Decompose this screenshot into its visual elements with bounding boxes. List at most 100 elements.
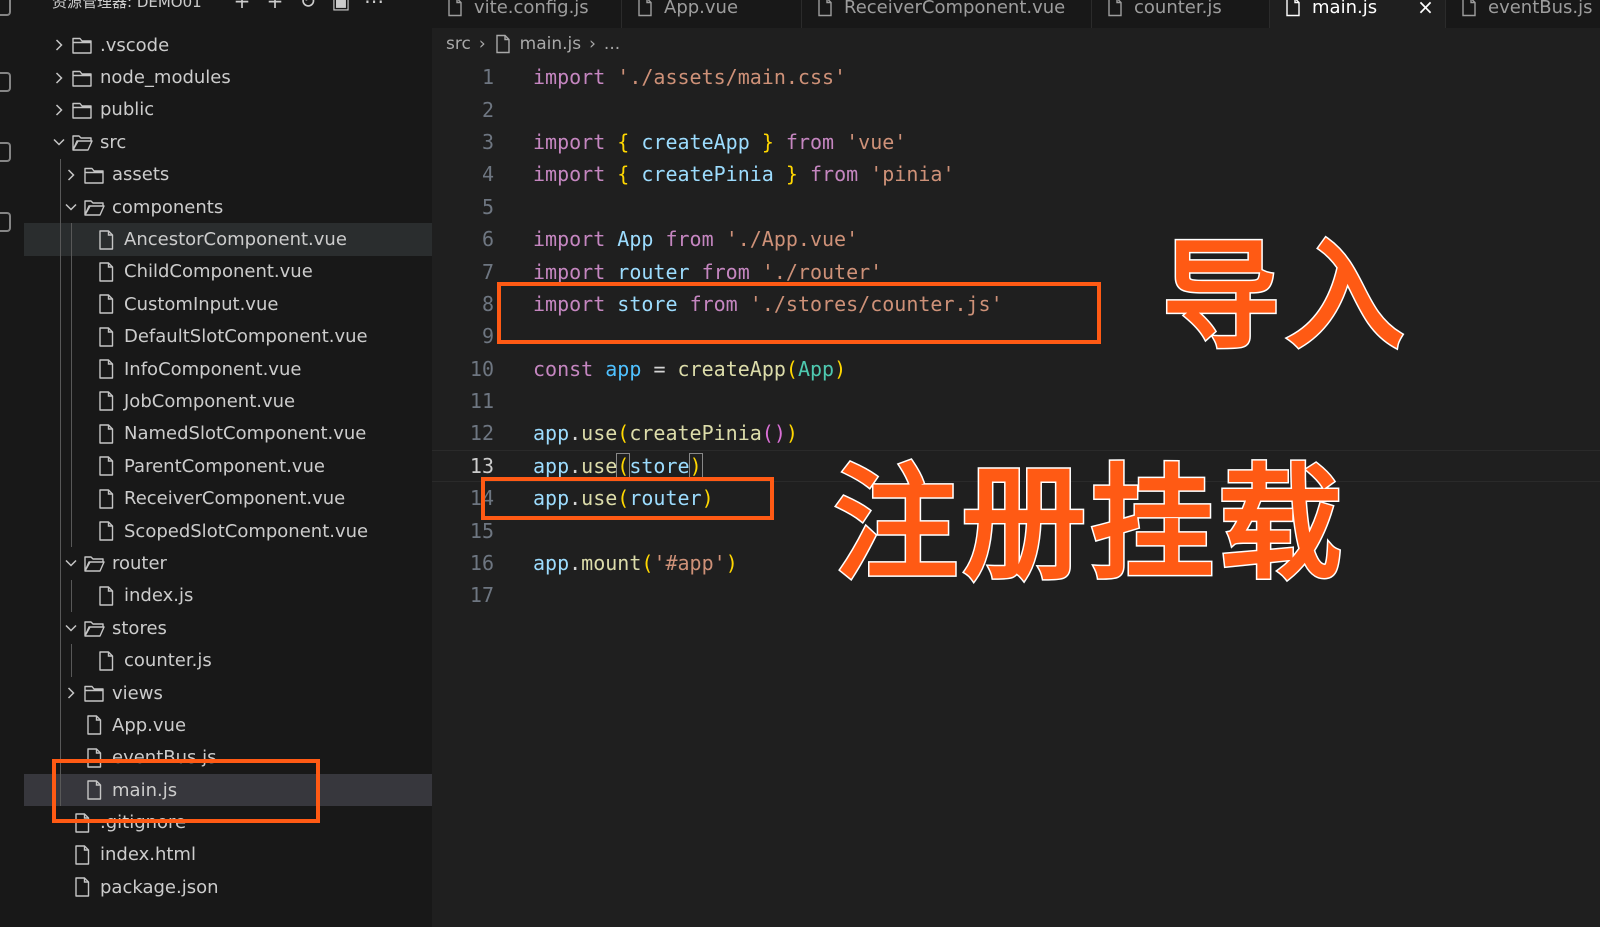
breadcrumb-file[interactable]: main.js: [520, 34, 581, 54]
file-icon: [1106, 0, 1124, 17]
code-line[interactable]: 4 import { createPinia } from 'pinia': [432, 158, 1600, 190]
folder-item-views[interactable]: views: [24, 676, 432, 710]
tab-app-vue[interactable]: App.vue: [622, 0, 802, 28]
indent-guide: [60, 579, 61, 613]
file-item-app-vue[interactable]: App.vue: [24, 709, 432, 742]
chevron-right-icon: ›: [589, 34, 596, 54]
folder-item-components[interactable]: components: [24, 190, 432, 224]
code-line[interactable]: 10 const app = createApp(App): [432, 353, 1600, 385]
file-item-package-json[interactable]: package.json: [24, 871, 432, 903]
code-token: .: [569, 551, 582, 576]
folder-item-assets[interactable]: assets: [24, 158, 432, 191]
main-js-highlight-box: [52, 759, 320, 823]
run-debug-icon[interactable]: [0, 212, 11, 232]
folder-item-public[interactable]: public: [24, 94, 432, 126]
line-number: 12: [469, 421, 494, 446]
code-token: createPinia: [641, 162, 774, 187]
folder-icon: [71, 67, 93, 89]
more-actions-icon[interactable]: ⋯: [364, 0, 384, 11]
tree-item-label: node_modules: [100, 67, 231, 89]
code-text: const app = createApp(App): [533, 357, 846, 381]
file-item-scopedslotcomponent-vue[interactable]: ScopedSlotComponent.vue: [24, 514, 432, 548]
tab-receivercomponent-vue[interactable]: ReceiverComponent.vue: [802, 0, 1092, 28]
code-line[interactable]: 11: [432, 385, 1600, 417]
folder-item-router[interactable]: router: [24, 547, 432, 580]
indent-guide: [60, 320, 61, 353]
folder-item-src[interactable]: src: [24, 126, 432, 158]
file-item-index-html[interactable]: index.html: [24, 839, 432, 871]
indent-guide: [71, 385, 72, 418]
close-icon[interactable]: ×: [1417, 0, 1434, 19]
breadcrumb: src › main.js › ...: [446, 34, 620, 54]
chevron-right-icon[interactable]: [51, 37, 67, 53]
tree-item-label: JobComponent.vue: [124, 390, 296, 412]
chevron-down-icon[interactable]: [63, 620, 79, 636]
code-token: ): [834, 356, 847, 381]
folder-item-stores[interactable]: stores: [24, 612, 432, 645]
indent-guide: [60, 352, 61, 386]
indent-guide: [60, 709, 61, 742]
code-line[interactable]: 2: [432, 93, 1600, 125]
activity-bar: [0, 0, 24, 927]
file-item-receivercomponent-vue[interactable]: ReceiverComponent.vue: [24, 482, 432, 515]
code-token: }: [761, 129, 774, 154]
chevron-down-icon[interactable]: [51, 134, 67, 150]
code-token: './App.vue': [725, 227, 859, 252]
file-item-parentcomponent-vue[interactable]: ParentComponent.vue: [24, 450, 432, 483]
chevron-right-icon[interactable]: [63, 167, 79, 183]
code-token: app: [533, 453, 570, 478]
refresh-icon[interactable]: ↻: [298, 0, 318, 11]
file-item-custominput-vue[interactable]: CustomInput.vue: [24, 288, 432, 321]
source-control-icon[interactable]: [0, 142, 11, 162]
tab-counter-js[interactable]: counter.js: [1092, 0, 1270, 28]
code-line[interactable]: 6 import App from './App.vue': [432, 223, 1600, 255]
tab-eventbus-js[interactable]: eventBus.js: [1446, 0, 1600, 28]
folder-item-vscode[interactable]: .vscode: [24, 29, 432, 61]
file-item-defaultslotcomponent-vue[interactable]: DefaultSlotComponent.vue: [24, 320, 432, 353]
file-item-childcomponent-vue[interactable]: ChildComponent.vue: [24, 255, 432, 289]
chevron-right-icon[interactable]: [51, 102, 67, 118]
collapse-all-icon[interactable]: ▣: [331, 0, 351, 11]
code-token: './assets/main.css': [617, 65, 847, 90]
file-item-jobcomponent-vue[interactable]: JobComponent.vue: [24, 385, 432, 418]
file-item-ancestorcomponent-vue[interactable]: AncestorComponent.vue: [24, 223, 432, 256]
code-text: app.mount('#app'): [533, 551, 738, 575]
chevron-right-icon[interactable]: [51, 70, 67, 86]
chevron-down-icon[interactable]: [63, 555, 79, 571]
file-icon: [95, 326, 117, 348]
file-icon: [95, 520, 117, 542]
code-line[interactable]: 3 import { createApp } from 'vue': [432, 126, 1600, 158]
breadcrumb-folder[interactable]: src: [446, 34, 471, 54]
chevron-right-icon[interactable]: [63, 685, 79, 701]
file-item-infocomponent-vue[interactable]: InfoComponent.vue: [24, 352, 432, 386]
breadcrumb-more[interactable]: ...: [604, 34, 620, 54]
search-icon[interactable]: [0, 72, 11, 92]
code-token: .: [569, 453, 582, 478]
explorer-icon[interactable]: [0, 0, 11, 16]
folder-item-node-modules[interactable]: node_modules: [24, 61, 432, 93]
chevron-down-icon[interactable]: [63, 199, 79, 215]
tree-item-label: public: [100, 99, 155, 121]
file-item-index-js[interactable]: index.js: [24, 579, 432, 613]
file-item-counter-js[interactable]: counter.js: [24, 644, 432, 677]
code-line[interactable]: 12 app.use(createPinia()): [432, 417, 1600, 449]
code-line[interactable]: 1 import './assets/main.css': [432, 61, 1600, 93]
file-icon: [95, 585, 117, 607]
tab-vite-config-js[interactable]: vite.config.js: [432, 0, 622, 28]
code-token: router: [617, 259, 690, 284]
indent-guide: [60, 644, 61, 677]
code-token: App: [797, 356, 835, 381]
code-token: import: [533, 227, 606, 252]
file-icon: [83, 714, 105, 736]
code-token: 'vue': [846, 129, 907, 154]
new-folder-icon[interactable]: +: [265, 0, 285, 11]
indent-guide: [71, 320, 72, 353]
tab-main-js[interactable]: main.js ×: [1270, 0, 1446, 28]
code-line[interactable]: 5: [432, 191, 1600, 223]
file-item-namedslotcomponent-vue[interactable]: NamedSlotComponent.vue: [24, 417, 432, 451]
new-file-icon[interactable]: +: [232, 0, 252, 11]
